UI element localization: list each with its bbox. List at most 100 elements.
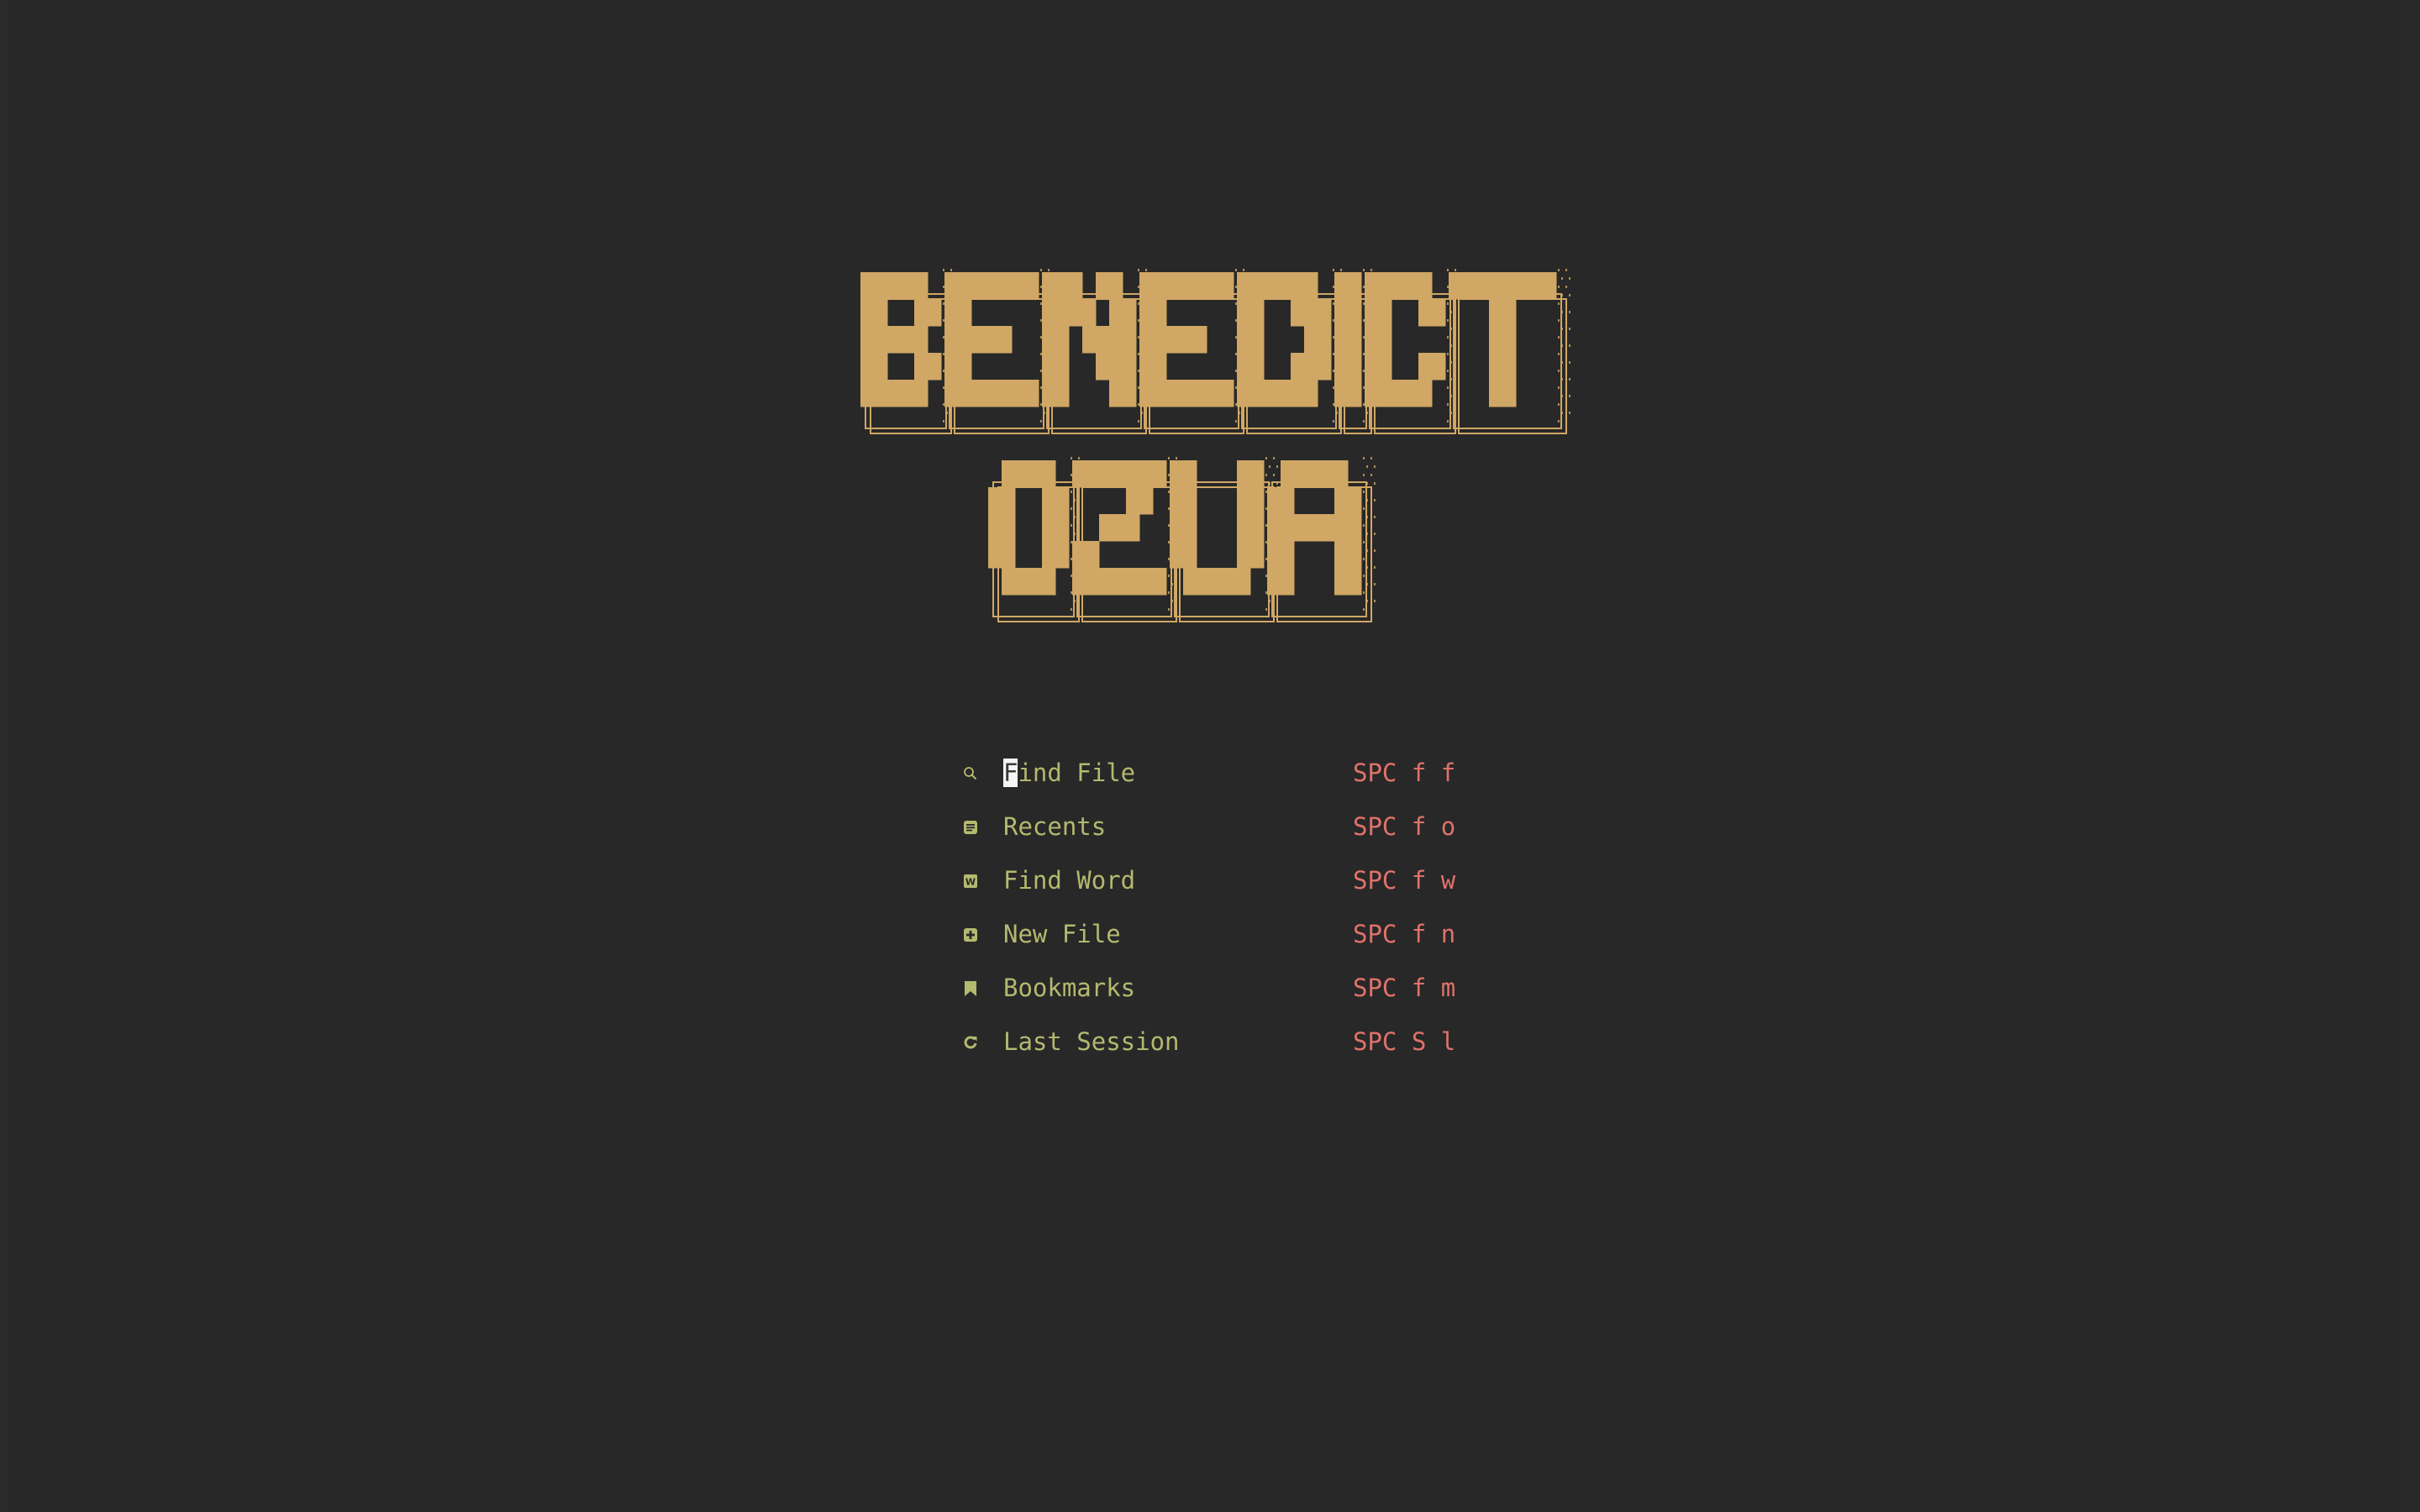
menu-item-recents[interactable]: Recents SPC f o (958, 801, 1462, 855)
menu-item-label: New File (1003, 920, 1121, 948)
banner-shade-dot (1565, 353, 1567, 355)
banner-shade-dot (1333, 319, 1334, 322)
banner-shade-dot (1078, 507, 1080, 510)
banner-block (874, 299, 888, 327)
banner-shade-dot (1558, 420, 1560, 423)
banner-block (1334, 353, 1349, 381)
banner-block (1193, 272, 1207, 300)
banner-shade-dot (1168, 524, 1170, 527)
banner-shade-dot (1363, 286, 1365, 288)
dashboard-menu: Find File SPC f f Recents SPC f o W Find… (958, 748, 1462, 1070)
banner-shade-dot (1370, 457, 1372, 459)
menu-item-last-session[interactable]: Last Session SPC S l (958, 1016, 1462, 1070)
banner-shade-dot (1145, 269, 1147, 271)
banner-block (1304, 299, 1318, 327)
banner-block (1055, 541, 1070, 569)
banner-block (1069, 272, 1083, 300)
search-icon (961, 764, 980, 783)
banner-block (1126, 568, 1140, 596)
banner-block (914, 380, 929, 407)
banner-shade-dot (1558, 370, 1560, 372)
banner-shade-dot (1455, 353, 1456, 355)
banner-block (1113, 460, 1127, 488)
banner-shade-dot (1265, 575, 1267, 577)
banner-block (1166, 380, 1181, 407)
banner-shade-dot (1235, 319, 1237, 322)
menu-item-label: Recents (1003, 812, 1107, 841)
menu-item-find-file[interactable]: Find File SPC f f (958, 748, 1462, 801)
banner-block (1109, 299, 1123, 327)
banner-shade-dot (1138, 386, 1139, 389)
banner-block (1055, 487, 1070, 515)
banner-block (1042, 568, 1056, 596)
banner-shade-dot (1363, 370, 1365, 372)
banner-block (1153, 353, 1167, 381)
menu-item-find-word[interactable]: W Find Word SPC f w (958, 855, 1462, 909)
banner-block (1183, 541, 1197, 569)
banner-shade-dot (1071, 491, 1072, 493)
banner-block (1281, 541, 1295, 569)
banner-shade-dot (1370, 591, 1372, 594)
banner-block (1277, 272, 1292, 300)
text-cursor: F (1003, 759, 1018, 787)
banner-block (1126, 514, 1140, 542)
banner-block (860, 299, 875, 327)
menu-item-bookmarks[interactable]: Bookmarks SPC f m (958, 963, 1462, 1016)
banner-block (1193, 326, 1207, 354)
banner-block (985, 380, 999, 407)
banner-shade-dot (1569, 412, 1570, 414)
banner-shade-dot (1374, 566, 1376, 569)
menu-item-new-file[interactable]: New File SPC f n (958, 909, 1462, 963)
banner-shade-dot (1333, 386, 1334, 389)
banner-shade-dot (1276, 465, 1278, 468)
banner-block (1334, 299, 1349, 327)
banner-shade-dot (1374, 516, 1376, 518)
banner-block (1432, 299, 1446, 327)
banner-shade-dot (1168, 541, 1170, 543)
banner-shade-dot (1366, 499, 1368, 501)
banner-block (1307, 460, 1322, 488)
banner-block (1042, 514, 1056, 542)
banner-shade-dot (946, 412, 948, 414)
banner-block (944, 272, 959, 300)
banner-block (1392, 272, 1406, 300)
banner-letter-t (1449, 269, 1570, 434)
banner-block (1183, 514, 1197, 542)
banner-shade-dot (1447, 370, 1449, 372)
ascii-banner (860, 269, 1570, 622)
banner-block (1126, 487, 1140, 515)
banner-block (1267, 541, 1281, 569)
banner-shade-dot (1071, 591, 1072, 594)
banner-shade-dot (1168, 558, 1170, 560)
banner-shade-dot (1145, 420, 1147, 423)
banner-block (1180, 380, 1194, 407)
banner-block (1304, 353, 1318, 381)
banner-block (1348, 568, 1362, 596)
banner-block (971, 326, 986, 354)
banner-block (1072, 460, 1086, 488)
banner-shade-dot (1565, 336, 1567, 339)
banner-block (1281, 568, 1295, 596)
banner-block (1267, 514, 1281, 542)
banner-shade-dot (1273, 608, 1275, 611)
banner-block (1237, 326, 1251, 354)
banner-shade-dot (1071, 558, 1072, 560)
banner-block (958, 299, 972, 327)
banner-block (1028, 460, 1043, 488)
banner-block (1250, 460, 1265, 488)
banner-block (914, 326, 929, 354)
menu-item-label: Last Session (1003, 1027, 1180, 1056)
banner-block (1055, 272, 1070, 300)
banner-block (1153, 568, 1167, 596)
banner-block (901, 380, 915, 407)
banner-block (1042, 353, 1056, 381)
banner-shade-dot (1363, 491, 1365, 493)
banner-block (1237, 568, 1251, 596)
banner-block (1281, 460, 1295, 488)
banner-shade-dot (1370, 575, 1372, 577)
banner-shade-dot (1265, 474, 1267, 476)
banner-block (1418, 272, 1433, 300)
banner-shade-dot (943, 286, 944, 288)
banner-block (971, 272, 986, 300)
banner-shade-dot (1374, 465, 1376, 468)
